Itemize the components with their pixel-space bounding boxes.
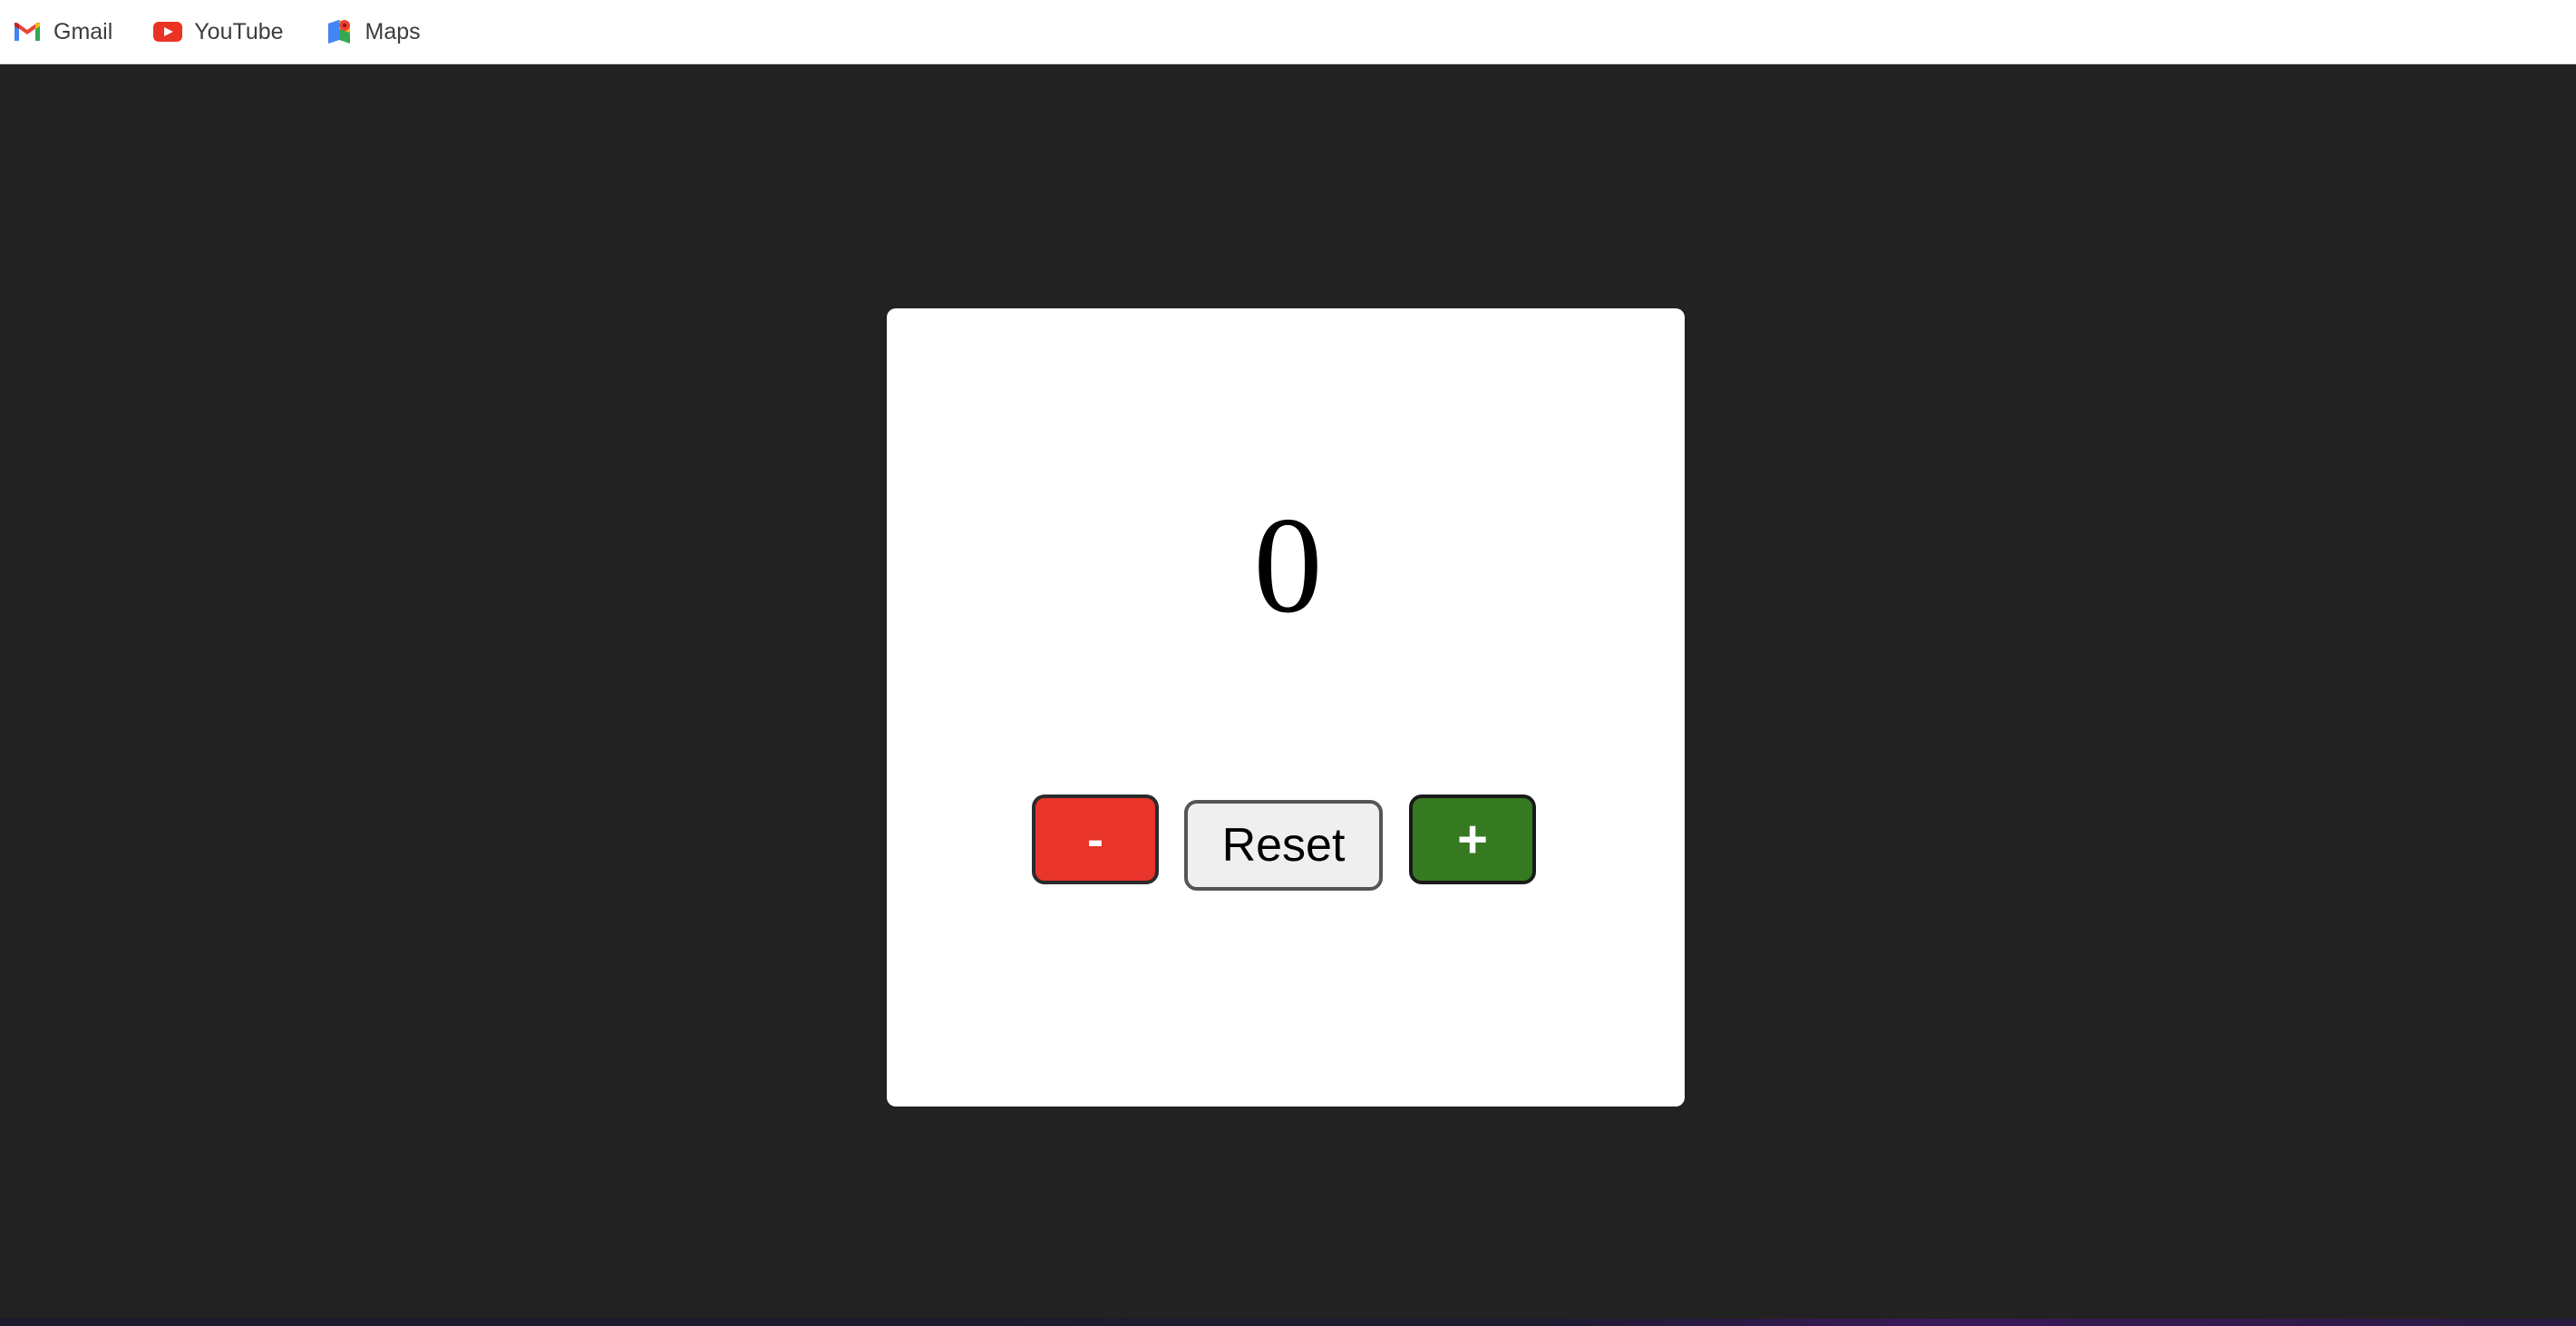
bookmark-maps[interactable]: Maps <box>322 9 437 54</box>
window-bottom-edge <box>0 1319 2576 1326</box>
decrement-button[interactable]: - <box>1032 795 1159 884</box>
bookmark-label: YouTube <box>194 18 284 44</box>
youtube-icon <box>152 16 183 47</box>
gmail-icon <box>12 16 43 47</box>
reset-button[interactable]: Reset <box>1184 800 1383 891</box>
maps-icon <box>324 16 355 47</box>
bookmarks-bar: Gmail YouTube Maps <box>0 0 2576 64</box>
bookmark-gmail[interactable]: Gmail <box>10 9 129 54</box>
bookmark-youtube[interactable]: YouTube <box>151 9 299 54</box>
counter-card <box>887 308 1685 1107</box>
bookmark-label: Gmail <box>53 18 113 44</box>
counter-value: 0 <box>1253 489 1323 641</box>
bookmark-label: Maps <box>365 18 421 44</box>
increment-button[interactable]: + <box>1409 795 1536 884</box>
